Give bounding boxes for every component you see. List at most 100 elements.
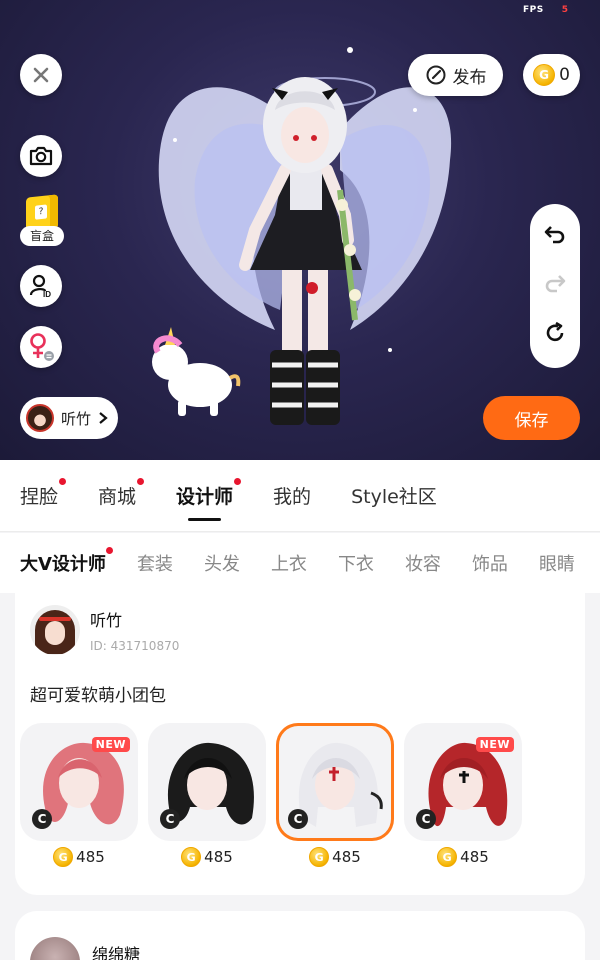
svg-text:ID: ID [43,290,51,299]
avatar-stage[interactable]: FPS 5 发布 G 0 ? 盲盒 ID 听竹 保存 [0,0,600,460]
id-button[interactable]: ID [20,265,62,307]
gender-button[interactable] [20,326,62,368]
designer-feed[interactable]: 听竹 ID: 431710870 超可爱软萌小团包 NEW C G 485 C … [0,593,600,960]
new-badge: NEW [91,737,130,752]
item-price: G 485 [20,847,138,867]
list-item[interactable]: NEW C G 485 [404,723,522,867]
item-thumbnail[interactable]: NEW C [404,723,522,841]
copyright-icon: C [416,809,436,829]
item-price: G 485 [276,847,394,867]
publish-button[interactable]: 发布 [408,54,503,96]
main-tab-bar: 捏脸 商城 设计师 我的 Style社区 [0,460,600,532]
designer-card[interactable]: 听竹 ID: 431710870 超可爱软萌小团包 NEW C G 485 C … [15,593,585,895]
tab-face[interactable]: 捏脸 [20,478,67,509]
tab-label: 商城 [98,486,137,508]
gender-female-icon [30,333,54,361]
designer-header[interactable]: 听竹 ID: 431710870 [30,605,179,655]
designer-name: 听竹 [90,611,123,630]
subtab-label: 眼睛 [538,554,575,575]
publish-label: 发布 [452,67,487,88]
tab-designer[interactable]: 设计师 [176,478,242,521]
subtab-label: 大V设计师 [20,554,106,575]
subtab-eyes[interactable]: 眼睛 [539,550,575,576]
blindbox-label: 盲盒 [20,226,64,246]
price-value: 485 [332,848,361,866]
list-item[interactable]: NEW C G 485 [20,723,138,867]
subtab-hair[interactable]: 头发 [204,550,240,576]
close-icon [33,67,49,83]
copyright-icon: C [160,809,180,829]
subtab-label: 上衣 [270,554,307,575]
id-icon: ID [29,274,51,299]
subtab-accessories[interactable]: 饰品 [472,550,508,576]
fps-counter: FPS 5 [523,5,569,15]
coin-balance[interactable]: G 0 [523,54,580,96]
close-button[interactable] [20,54,62,96]
fps-label: FPS [523,5,544,15]
notification-dot [234,478,242,485]
avatar[interactable] [30,605,80,655]
copyright-icon: C [288,809,308,829]
subtab-tops[interactable]: 上衣 [271,550,307,576]
item-thumbnail[interactable]: C [148,723,266,841]
reset-icon[interactable] [543,321,567,349]
price-value: 485 [76,848,105,866]
tab-label: 捏脸 [20,486,59,508]
chevron-right-icon [99,412,108,424]
subtab-label: 套装 [136,554,173,575]
item-price: G 485 [148,847,266,867]
notification-dot [105,547,113,554]
list-item[interactable]: C G 485 [276,723,394,867]
notification-dot [137,478,145,485]
sub-tab-bar: 大V设计师 套装 头发 上衣 下衣 妆容 饰品 眼睛 [0,533,600,593]
undo-icon[interactable] [543,223,567,249]
tab-mine[interactable]: 我的 [273,482,311,509]
subtab-outfits[interactable]: 套装 [137,550,173,576]
subtab-label: 饰品 [471,554,508,575]
list-item[interactable]: C G 485 [148,723,266,867]
camera-icon [29,146,53,166]
coin-icon: G [181,847,202,867]
subtab-makeup[interactable]: 妆容 [405,550,441,576]
coin-icon: G [437,847,458,867]
designer-name: 绵绵糖 [92,945,141,960]
price-value: 485 [460,848,489,866]
item-price: G 485 [404,847,522,867]
designer-card[interactable]: 绵绵糖 [15,911,585,960]
camera-button[interactable] [20,135,62,177]
designer-id: ID: 431710870 [90,639,180,653]
item-thumbnail[interactable]: NEW C [20,723,138,841]
tab-label: 设计师 [176,486,234,508]
subtab-label: 下衣 [337,554,374,575]
author-chip[interactable]: 听竹 [20,397,118,439]
tab-label: Style社区 [351,486,437,508]
subtab-label: 妆容 [404,554,441,575]
fps-value: 5 [561,5,569,15]
avatar[interactable] [30,937,80,960]
subtab-label: 头发 [203,554,240,575]
tab-label: 我的 [273,486,312,508]
collection-description: 超可爱软萌小团包 [30,686,166,706]
coin-icon: G [533,64,556,86]
coin-icon: G [309,847,330,867]
character-preview[interactable] [0,0,600,460]
subtab-bottoms[interactable]: 下衣 [338,550,374,576]
coin-balance-value: 0 [559,65,570,85]
tab-style-community[interactable]: Style社区 [351,482,437,509]
tab-mall[interactable]: 商城 [98,478,145,509]
notification-dot [59,478,67,485]
redo-icon[interactable] [543,272,567,298]
save-button[interactable]: 保存 [483,396,580,440]
item-list: NEW C G 485 C G 485 C G 485 NEW C G 485 [20,723,522,867]
coin-icon: G [53,847,74,867]
blindbox-button[interactable]: ? 盲盒 [20,194,64,250]
copyright-icon: C [32,809,52,829]
history-toolbar [530,204,580,368]
publish-icon [426,65,445,85]
new-badge: NEW [475,737,514,752]
avatar [26,404,54,432]
item-thumbnail-selected[interactable]: C [276,723,394,841]
subtab-top-designers[interactable]: 大V设计师 [20,547,113,576]
price-value: 485 [204,848,233,866]
author-name: 听竹 [61,409,92,428]
